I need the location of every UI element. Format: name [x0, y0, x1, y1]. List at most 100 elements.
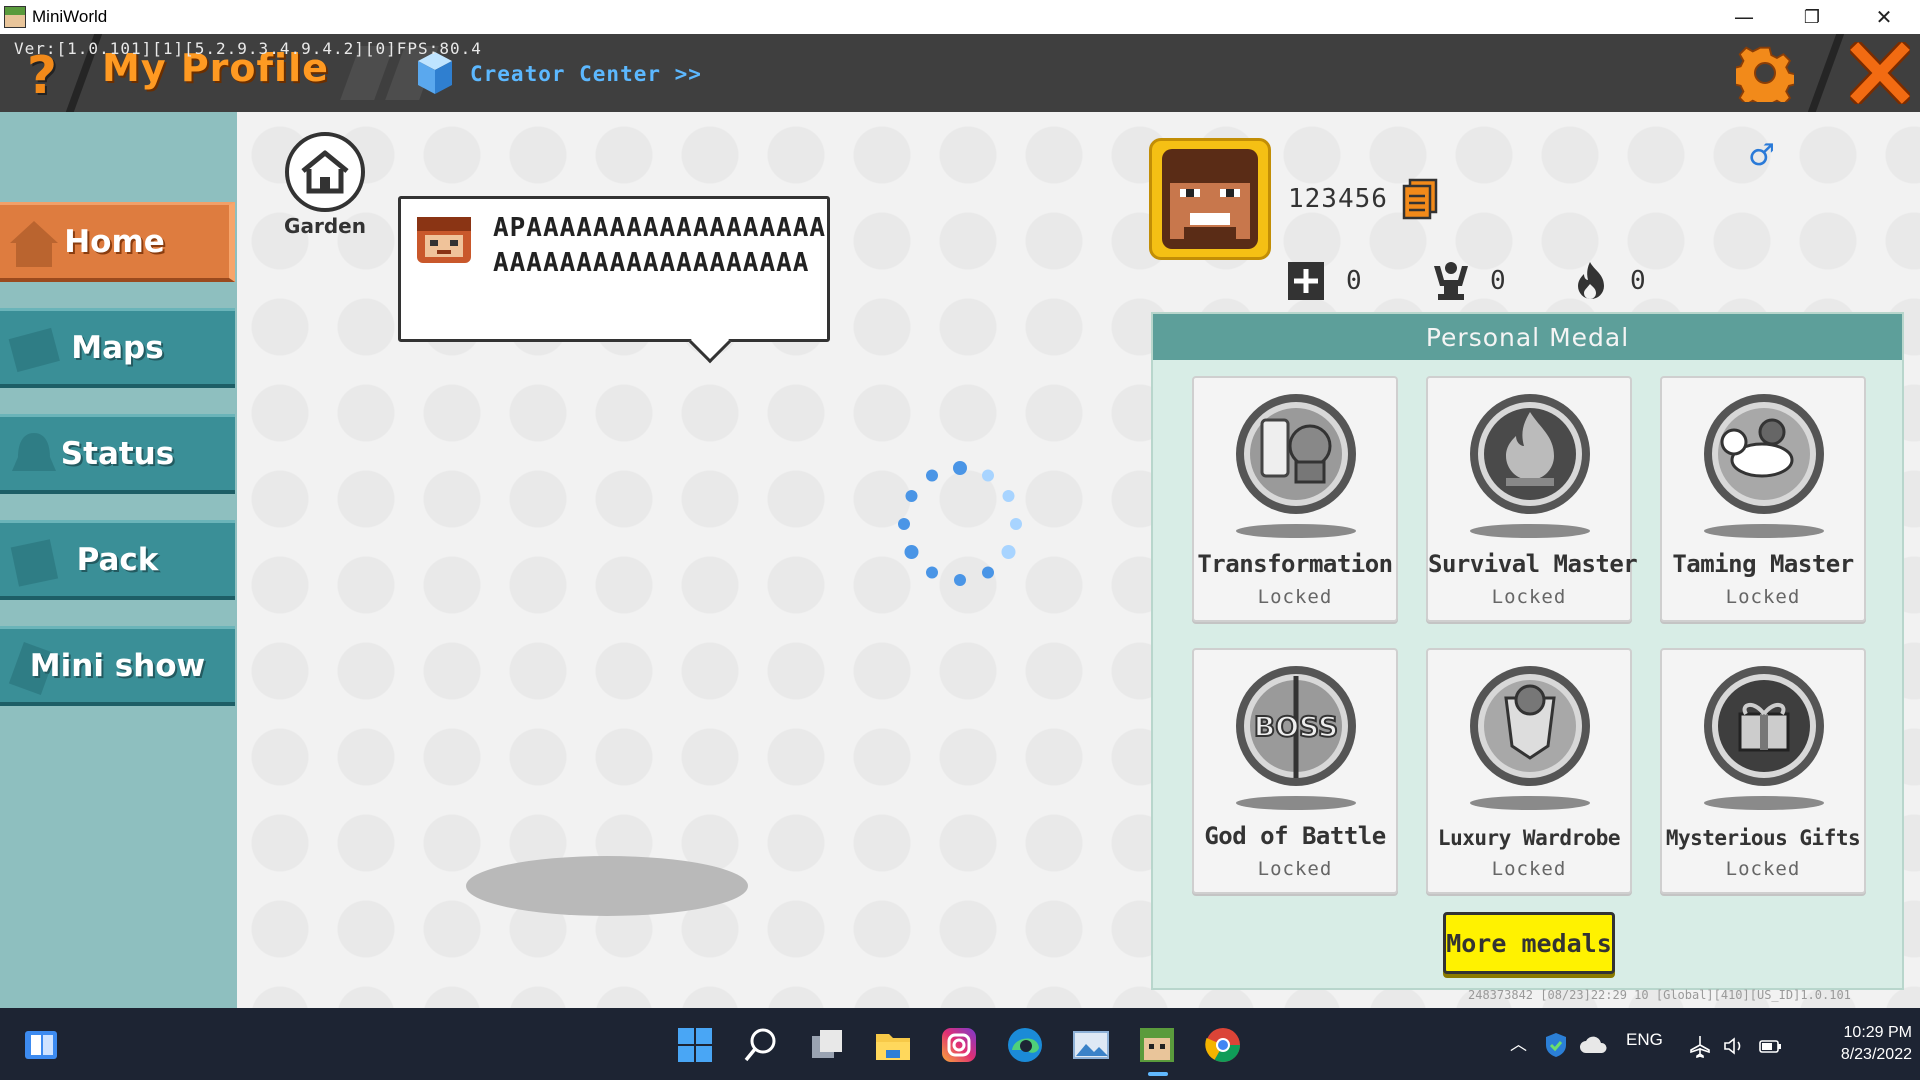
spinner-dot — [982, 469, 994, 482]
stat-likes: 0 — [1286, 260, 1362, 302]
svg-text:BOSS: BOSS — [1254, 710, 1338, 743]
stat-trophies: 0 — [1430, 260, 1506, 302]
clock-date: 8/23/2022 — [1840, 1046, 1912, 1063]
sidebar-item-pack[interactable]: Pack — [0, 520, 235, 600]
debug-footer: 248373842 [08/23]22:29 10 [Global][410][… — [1468, 988, 1851, 1002]
spinner-dot — [904, 545, 919, 559]
gender-icon: ♂ — [1748, 138, 1775, 173]
sidebar-item-label: Status — [60, 435, 175, 472]
app-icon — [4, 6, 26, 28]
spinner-dot — [1002, 490, 1015, 502]
medal-card[interactable]: Luxury Wardrobe Locked — [1426, 648, 1632, 894]
spinner-dot — [982, 566, 994, 579]
armor-medal-icon — [1470, 666, 1590, 786]
spinner-dot — [1010, 518, 1022, 530]
medal-name: Luxury Wardrobe — [1437, 826, 1621, 850]
player-avatar-icon — [417, 217, 471, 263]
sidebar-item-label: Mini show — [29, 647, 206, 684]
search-icon[interactable] — [742, 1026, 780, 1064]
widgets-icon[interactable] — [22, 1026, 60, 1064]
medal-status: Locked — [1257, 586, 1333, 608]
clock-time: 10:29 PM — [1843, 1024, 1912, 1041]
system-clock[interactable]: 10:29 PM 8/23/2022 — [1800, 1022, 1912, 1066]
avatar-face-icon — [1162, 149, 1258, 249]
language-indicator[interactable]: ENG — [1626, 1030, 1663, 1050]
chrome-icon[interactable] — [1204, 1026, 1242, 1064]
task-view-icon[interactable] — [808, 1026, 846, 1064]
plus-icon — [1288, 262, 1324, 300]
bell-icon — [12, 433, 56, 471]
boss-medal-icon: BOSS — [1236, 666, 1356, 786]
house-icon — [301, 150, 349, 194]
medal-card[interactable]: Mysterious Gifts Locked — [1660, 648, 1866, 894]
security-icon[interactable] — [1544, 1032, 1568, 1058]
photos-icon[interactable] — [1072, 1026, 1110, 1064]
garden-label: Garden — [284, 214, 366, 238]
profile-avatar[interactable] — [1149, 138, 1271, 260]
window-title: MiniWorld — [32, 7, 108, 26]
sidebar-item-maps[interactable]: Maps — [0, 308, 235, 388]
medal-name: Survival Master — [1428, 550, 1638, 578]
sidebar-item-status[interactable]: Status — [0, 414, 235, 494]
sidebar: Home Maps Status Pack Mini show — [0, 112, 237, 1008]
start-icon[interactable] — [676, 1026, 714, 1064]
garden-button[interactable]: Garden — [284, 132, 366, 238]
house-icon — [10, 221, 58, 267]
fire-icon — [1578, 262, 1604, 299]
profile-header: ? My Profile Creator Center >> Ver:[1.0.… — [0, 34, 1920, 112]
file-explorer-icon[interactable] — [874, 1026, 912, 1064]
medal-status: Locked — [1491, 586, 1567, 608]
spinner-dot — [953, 461, 967, 475]
tray-chevron-icon[interactable]: ︿ — [1510, 1030, 1527, 1055]
medal-status: Locked — [1725, 858, 1801, 880]
close-icon[interactable] — [1850, 42, 1910, 104]
signature-bubble[interactable]: APAAAAAAAAAAAAAAAAAAAAAAAAAAAAAAAAAAAAA — [398, 196, 830, 364]
gear-icon[interactable] — [1736, 44, 1794, 102]
gift-medal-icon — [1704, 666, 1824, 786]
more-medals-button[interactable]: More medals — [1443, 912, 1615, 974]
spinner-dot — [898, 518, 910, 530]
edge-icon[interactable] — [1006, 1026, 1044, 1064]
minimize-button[interactable]: — — [1716, 0, 1772, 34]
sidebar-item-label: Pack — [76, 541, 159, 578]
medal-status: Locked — [1257, 858, 1333, 880]
medal-name: God of Battle — [1204, 822, 1386, 850]
personal-medal-panel: Personal Medal Transformation Locked Sur… — [1151, 312, 1904, 990]
medal-name: Transformation — [1197, 550, 1393, 578]
medal-card[interactable]: BOSS God of Battle Locked — [1192, 648, 1398, 894]
user-id: 123456 — [1288, 184, 1388, 214]
creator-center-link[interactable]: Creator Center >> — [470, 62, 702, 86]
character-shadow — [466, 856, 748, 916]
medal-status: Locked — [1725, 586, 1801, 608]
map-icon — [8, 327, 60, 373]
onedrive-icon[interactable] — [1580, 1036, 1608, 1054]
airplane-mode-icon[interactable] — [1688, 1034, 1712, 1058]
stat-value: 0 — [1346, 266, 1362, 296]
instagram-icon[interactable] — [940, 1026, 978, 1064]
battery-icon[interactable] — [1758, 1034, 1784, 1058]
copy-icon[interactable] — [1402, 178, 1440, 220]
stat-value: 0 — [1630, 266, 1646, 296]
sidebar-item-home[interactable]: Home — [0, 202, 235, 282]
spinner-dot — [905, 490, 918, 502]
panel-header: Personal Medal — [1153, 314, 1902, 360]
medal-card[interactable]: Taming Master Locked — [1660, 376, 1866, 622]
spinner-dot — [926, 566, 938, 579]
spinner-dot — [954, 574, 966, 586]
volume-icon[interactable] — [1722, 1034, 1746, 1058]
window-close-button[interactable]: ✕ — [1856, 0, 1912, 34]
campfire-medal-icon — [1470, 394, 1590, 514]
transformation-medal-icon — [1236, 394, 1356, 514]
sidebar-item-mini-show[interactable]: Mini show — [0, 626, 235, 706]
restore-button[interactable]: ❐ — [1784, 0, 1840, 34]
garden-circle — [285, 132, 365, 212]
miniworld-icon[interactable] — [1138, 1026, 1176, 1064]
sidebar-item-label: Home — [64, 223, 165, 260]
medal-card[interactable]: Survival Master Locked — [1426, 376, 1638, 622]
version-info: Ver:[1.0.101][1][5.2.9.3.4.9.4.2][0]FPS:… — [14, 39, 482, 58]
sidebar-item-label: Maps — [71, 329, 164, 366]
medal-status: Locked — [1491, 858, 1567, 880]
medal-card[interactable]: Transformation Locked — [1192, 376, 1398, 622]
medal-name: Mysterious Gifts — [1665, 826, 1861, 850]
windows-taskbar: ︿ ENG 10:29 PM 8/23/2022 — [0, 1008, 1920, 1080]
